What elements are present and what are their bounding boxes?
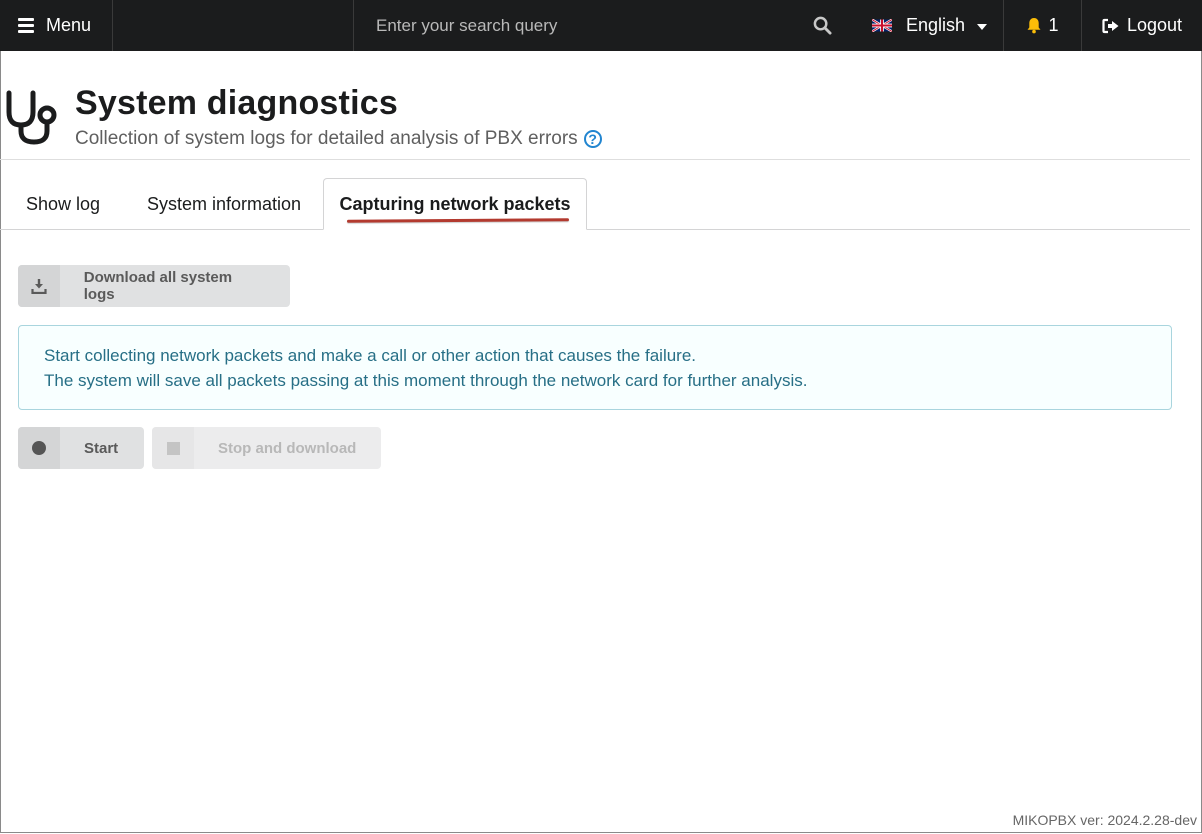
start-label: Start xyxy=(84,439,119,457)
stethoscope-icon xyxy=(6,90,57,145)
tab-system-information[interactable]: System information xyxy=(147,178,301,230)
dropdown-caret-icon xyxy=(977,23,988,30)
stop-and-download-button[interactable]: Stop and download xyxy=(152,427,381,469)
language-label: English xyxy=(906,15,966,35)
stop-icon-box xyxy=(152,427,194,469)
download-all-logs-button[interactable]: Download all system logs xyxy=(18,265,290,307)
version-label: MIKOPBX ver: 2024.2.28-dev xyxy=(1012,812,1197,828)
page-subtitle: Collection of system logs for detailed a… xyxy=(75,128,602,150)
language-selector[interactable]: English xyxy=(846,0,1004,51)
stop-square-icon xyxy=(166,441,180,455)
help-icon[interactable]: ? xyxy=(583,130,602,148)
search-input[interactable] xyxy=(374,14,798,37)
window-frame xyxy=(0,0,1202,833)
info-line-2: The system will save all packets passing… xyxy=(44,371,808,390)
search-box[interactable] xyxy=(353,0,846,51)
tab-capturing-label: Capturing network packets xyxy=(339,193,571,214)
logout-label: Logout xyxy=(1126,15,1183,35)
record-circle-icon xyxy=(32,441,46,455)
notifications-button[interactable]: 1 xyxy=(1004,0,1082,51)
annotation-underline xyxy=(346,218,570,223)
sign-out-icon xyxy=(1102,18,1119,33)
uk-flag-icon xyxy=(872,19,892,32)
tab-show-log[interactable]: Show log xyxy=(26,178,100,230)
record-icon-box xyxy=(18,427,60,469)
download-icon xyxy=(31,279,47,294)
start-capture-button[interactable]: Start xyxy=(18,427,144,469)
info-line-1: Start collecting network packets and mak… xyxy=(44,346,697,365)
menu-label: Menu xyxy=(46,15,92,35)
hamburger-icon xyxy=(18,15,34,36)
top-bar: Menu English 1 Logout xyxy=(0,0,1202,51)
page-title: System diagnostics xyxy=(75,84,398,122)
menu-button[interactable]: Menu xyxy=(0,0,113,51)
info-message: Start collecting network packets and mak… xyxy=(18,325,1172,410)
download-icon-box xyxy=(18,265,60,307)
bell-icon xyxy=(1027,18,1041,34)
stop-and-download-label: Stop and download xyxy=(218,439,357,457)
notifications-count: 1 xyxy=(1048,15,1059,35)
download-all-logs-label: Download all system logs xyxy=(83,269,233,303)
search-icon[interactable] xyxy=(813,16,832,35)
logout-button[interactable]: Logout xyxy=(1082,0,1202,51)
tab-capturing-network-packets[interactable]: Capturing network packets xyxy=(323,178,587,230)
header-divider xyxy=(0,159,1190,160)
page-subtitle-text: Collection of system logs for detailed a… xyxy=(75,128,578,149)
